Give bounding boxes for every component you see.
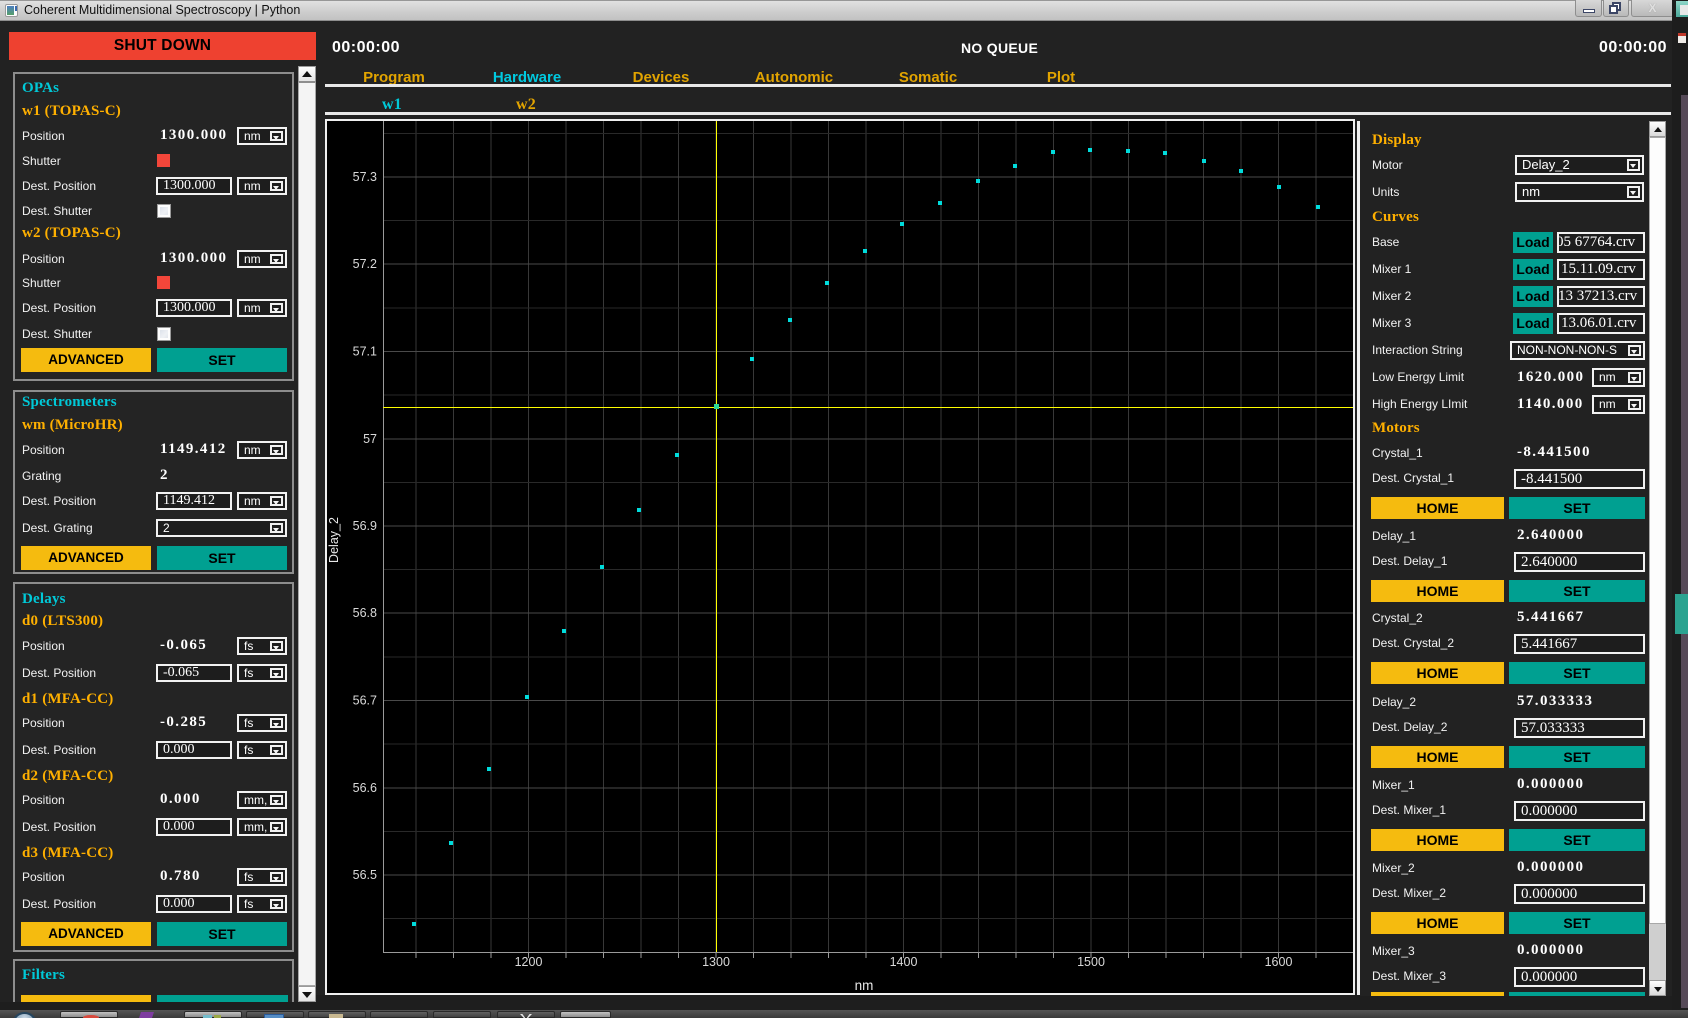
svg-text:56.6: 56.6	[353, 781, 377, 795]
svg-text:57.3: 57.3	[353, 170, 377, 184]
svg-text:57.2: 57.2	[353, 257, 377, 271]
svg-text:1200: 1200	[515, 955, 543, 969]
svg-text:56.5: 56.5	[353, 868, 377, 882]
svg-text:nm: nm	[855, 978, 874, 993]
svg-text:56.7: 56.7	[353, 694, 377, 708]
svg-text:1500: 1500	[1077, 955, 1105, 969]
svg-text:57.1: 57.1	[353, 345, 377, 359]
svg-text:57: 57	[363, 432, 377, 446]
svg-text:Delay_2: Delay_2	[327, 517, 341, 563]
svg-text:56.8: 56.8	[353, 606, 377, 620]
svg-text:1600: 1600	[1265, 955, 1293, 969]
svg-text:1300: 1300	[702, 955, 730, 969]
svg-text:56.9: 56.9	[353, 519, 377, 533]
svg-text:1400: 1400	[890, 955, 918, 969]
